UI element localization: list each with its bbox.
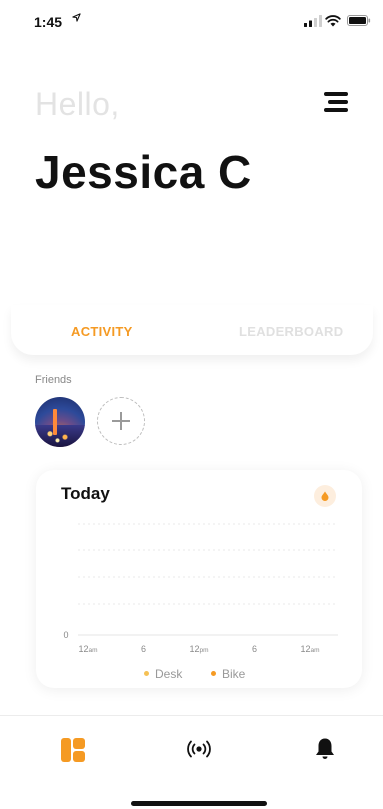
- legend-bike-dot: [211, 671, 216, 677]
- x-tick-suffix: am: [88, 647, 97, 654]
- avatar-city-lights: [35, 425, 85, 447]
- x-tick-label: 6: [141, 644, 146, 654]
- add-friend-button[interactable]: [97, 397, 145, 445]
- x-tick-suffix: am: [310, 647, 319, 654]
- avatar-tower: [53, 409, 57, 435]
- status-time: 1:45: [34, 14, 63, 30]
- friends-label: Friends: [35, 374, 72, 386]
- today-card: Today 0 12am 6 12pm 6 12am Desk Bike: [36, 470, 362, 688]
- bottom-nav: [0, 715, 383, 809]
- greeting-text: Hello,: [35, 86, 120, 122]
- x-tick-label: 12am: [78, 644, 97, 654]
- legend-bike-label: Bike: [222, 667, 246, 681]
- legend-bike: Bike: [211, 667, 245, 681]
- home-indicator: [131, 801, 267, 806]
- x-tick-label: 12pm: [189, 644, 208, 654]
- y-tick-label: 0: [63, 630, 68, 640]
- tab-activity[interactable]: ACTIVITY: [71, 324, 133, 339]
- status-bar: 1:45: [0, 0, 383, 44]
- x-tick-suffix: pm: [199, 647, 208, 654]
- legend-desk-label: Desk: [155, 667, 183, 681]
- legend-desk: Desk: [144, 667, 182, 681]
- x-tick-label: 6: [252, 644, 257, 654]
- battery-icon: [347, 15, 371, 26]
- tab-bar: ACTIVITY LEADERBOARD: [11, 305, 373, 355]
- broadcast-icon[interactable]: [186, 740, 212, 758]
- friend-avatar[interactable]: [35, 397, 85, 447]
- location-arrow-icon: [72, 13, 81, 22]
- signal-icon: [304, 15, 322, 27]
- x-tick-label: 12am: [300, 644, 319, 654]
- legend-desk-dot: [144, 671, 149, 677]
- dashboard-icon[interactable]: [61, 738, 85, 762]
- user-name: Jessica C: [35, 146, 252, 198]
- hamburger-menu-icon[interactable]: [318, 88, 352, 116]
- activity-chart: 0 12am 6 12pm 6 12am: [63, 523, 338, 654]
- wifi-icon: [325, 15, 341, 27]
- tab-leaderboard[interactable]: LEADERBOARD: [239, 324, 343, 339]
- bell-icon[interactable]: [314, 737, 336, 761]
